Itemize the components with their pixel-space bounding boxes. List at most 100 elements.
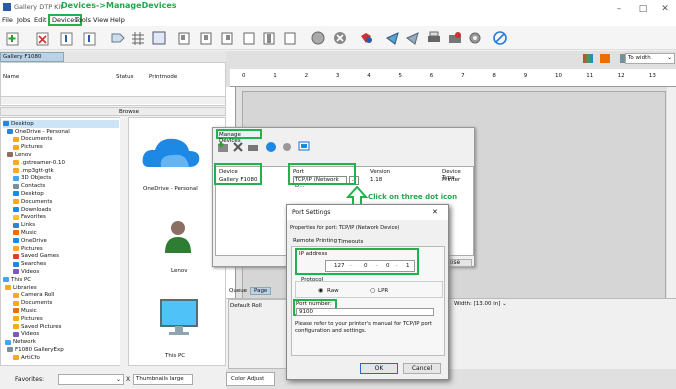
- tree-item[interactable]: Videos: [13, 268, 39, 276]
- tree-item[interactable]: Contacts: [13, 182, 45, 190]
- layout-icon[interactable]: [150, 29, 168, 47]
- device-tab[interactable]: Gallery F1080: [0, 52, 64, 62]
- ip-field[interactable]: 127 · 0 · 0 · 1: [325, 260, 415, 272]
- width-select[interactable]: Width: [13.00 in] ⌄: [452, 299, 552, 310]
- menu-view[interactable]: View: [93, 16, 108, 24]
- raw-radio[interactable]: ◉: [318, 287, 323, 294]
- vertical-scrollbar[interactable]: [667, 87, 676, 305]
- add-job-icon[interactable]: [4, 29, 22, 47]
- delete-job-icon[interactable]: [34, 29, 52, 47]
- tree-item[interactable]: Saved Pictures: [13, 323, 62, 331]
- col-name[interactable]: Name: [3, 74, 19, 80]
- tag-icon[interactable]: [109, 29, 127, 47]
- cancel-button[interactable]: Cancel: [403, 363, 441, 374]
- align-left-icon[interactable]: [175, 29, 193, 47]
- thumbnail-size-select[interactable]: Thumbnails large: [133, 374, 193, 385]
- md-edit-icon[interactable]: [247, 141, 259, 153]
- settings-icon[interactable]: [466, 29, 484, 47]
- tree-item[interactable]: ArtiCfo: [13, 354, 40, 362]
- col-printmode[interactable]: Printmode: [149, 74, 177, 80]
- md-network-icon[interactable]: [265, 141, 277, 153]
- page-center-icon[interactable]: [260, 29, 278, 47]
- md-monitor-icon[interactable]: [298, 141, 310, 153]
- tree-item[interactable]: OneDrive - Personal: [7, 128, 70, 136]
- cancel-print-icon[interactable]: [331, 29, 349, 47]
- tree-item[interactable]: Saved Games: [13, 253, 59, 261]
- menu-tools[interactable]: Tools: [75, 16, 91, 24]
- tree-item[interactable]: Desktop: [3, 120, 119, 128]
- tree-item[interactable]: Music: [13, 307, 37, 315]
- tree-item[interactable]: Videos: [13, 331, 39, 339]
- ip-octet-2[interactable]: 0: [364, 263, 368, 269]
- tree-item[interactable]: .mp3gtt-gtk: [13, 167, 54, 175]
- menu-jobs[interactable]: Jobs: [17, 16, 30, 24]
- send-icon[interactable]: [384, 29, 402, 47]
- tree-item[interactable]: OneDrive: [13, 237, 47, 245]
- tree-item[interactable]: Libraries: [5, 284, 37, 292]
- pen-icon[interactable]: [600, 54, 610, 63]
- tree-item[interactable]: Pictures: [13, 245, 43, 253]
- hscroll-top[interactable]: [1, 96, 225, 104]
- tab-timeouts[interactable]: Timeouts: [338, 239, 363, 245]
- tree-item[interactable]: 3D Objects: [13, 175, 51, 183]
- md-add-icon[interactable]: [217, 141, 229, 153]
- close-icon[interactable]: ✕: [432, 208, 438, 216]
- md-settings-icon[interactable]: [281, 141, 293, 153]
- tab-page[interactable]: Page: [250, 287, 272, 295]
- ip-octet-3[interactable]: 0: [386, 263, 390, 269]
- tree-item[interactable]: Camera Roll: [13, 292, 54, 300]
- onedrive-thumb-icon[interactable]: [141, 135, 201, 171]
- import-icon[interactable]: [58, 29, 76, 47]
- tab-remote-printing[interactable]: Remote Printing: [293, 238, 337, 244]
- tab-queue[interactable]: Queue: [229, 288, 247, 294]
- start-print-icon[interactable]: [309, 29, 327, 47]
- page-left-icon[interactable]: [240, 29, 258, 47]
- favorites-select[interactable]: ⌄: [58, 374, 124, 385]
- tree-item[interactable]: Lenov: [7, 151, 31, 159]
- toolbar: [0, 26, 676, 50]
- queue-icon[interactable]: [404, 29, 422, 47]
- ok-button[interactable]: OK: [360, 363, 398, 374]
- tree-item[interactable]: Documents: [13, 136, 52, 144]
- tree-item[interactable]: Searches: [13, 260, 46, 268]
- lpr-radio[interactable]: ○: [370, 287, 375, 294]
- menu-edit[interactable]: Edit: [34, 16, 47, 24]
- tree-item[interactable]: Favorites: [13, 214, 46, 222]
- port-number-input[interactable]: 9100: [296, 308, 434, 316]
- align-center-icon[interactable]: [197, 29, 215, 47]
- device-icon[interactable]: [446, 29, 464, 47]
- tree-item[interactable]: .gstreamer-0.10: [13, 159, 65, 167]
- grid-icon[interactable]: [129, 29, 147, 47]
- col-status[interactable]: Status: [116, 74, 134, 80]
- tree-item[interactable]: Music: [13, 229, 37, 237]
- align-right-icon[interactable]: [218, 29, 236, 47]
- stop-icon[interactable]: [491, 29, 509, 47]
- tree-item[interactable]: Pictures: [13, 143, 43, 151]
- color-adjust-tab[interactable]: Color Adjust: [226, 372, 275, 386]
- page-right-icon[interactable]: [281, 29, 299, 47]
- ip-octet-1[interactable]: 127: [334, 263, 345, 269]
- pc-thumb-icon[interactable]: [159, 298, 199, 340]
- export-icon[interactable]: [81, 29, 99, 47]
- ip-octet-4[interactable]: 1: [406, 263, 410, 269]
- zoom-dropdown[interactable]: To width ⌄: [625, 53, 675, 64]
- printer-icon[interactable]: [425, 29, 443, 47]
- view-close-icon[interactable]: X: [126, 376, 130, 383]
- col-version[interactable]: Version: [370, 169, 390, 175]
- tree-item[interactable]: Desktop: [13, 190, 44, 198]
- menu-help[interactable]: Help: [110, 16, 125, 24]
- tree-item[interactable]: Network: [5, 338, 36, 346]
- favorites-bar: Favorites: ⌄ X Thumbnails large: [0, 366, 226, 389]
- tree-scrollbar[interactable]: [120, 117, 128, 366]
- tree-item[interactable]: Documents: [13, 299, 52, 307]
- menu-file[interactable]: File: [2, 16, 13, 24]
- color-icon[interactable]: [357, 29, 375, 47]
- tree-item[interactable]: F1080 GalleryExp: [7, 346, 64, 354]
- tree-item[interactable]: Links: [13, 221, 35, 229]
- tree-item[interactable]: Downloads: [13, 206, 51, 214]
- md-delete-icon[interactable]: [232, 141, 244, 153]
- tree-item[interactable]: This PC: [3, 276, 31, 284]
- tree-item[interactable]: Documents: [13, 198, 52, 206]
- user-thumb-icon[interactable]: [163, 219, 193, 253]
- tree-item[interactable]: Pictures: [13, 315, 43, 323]
